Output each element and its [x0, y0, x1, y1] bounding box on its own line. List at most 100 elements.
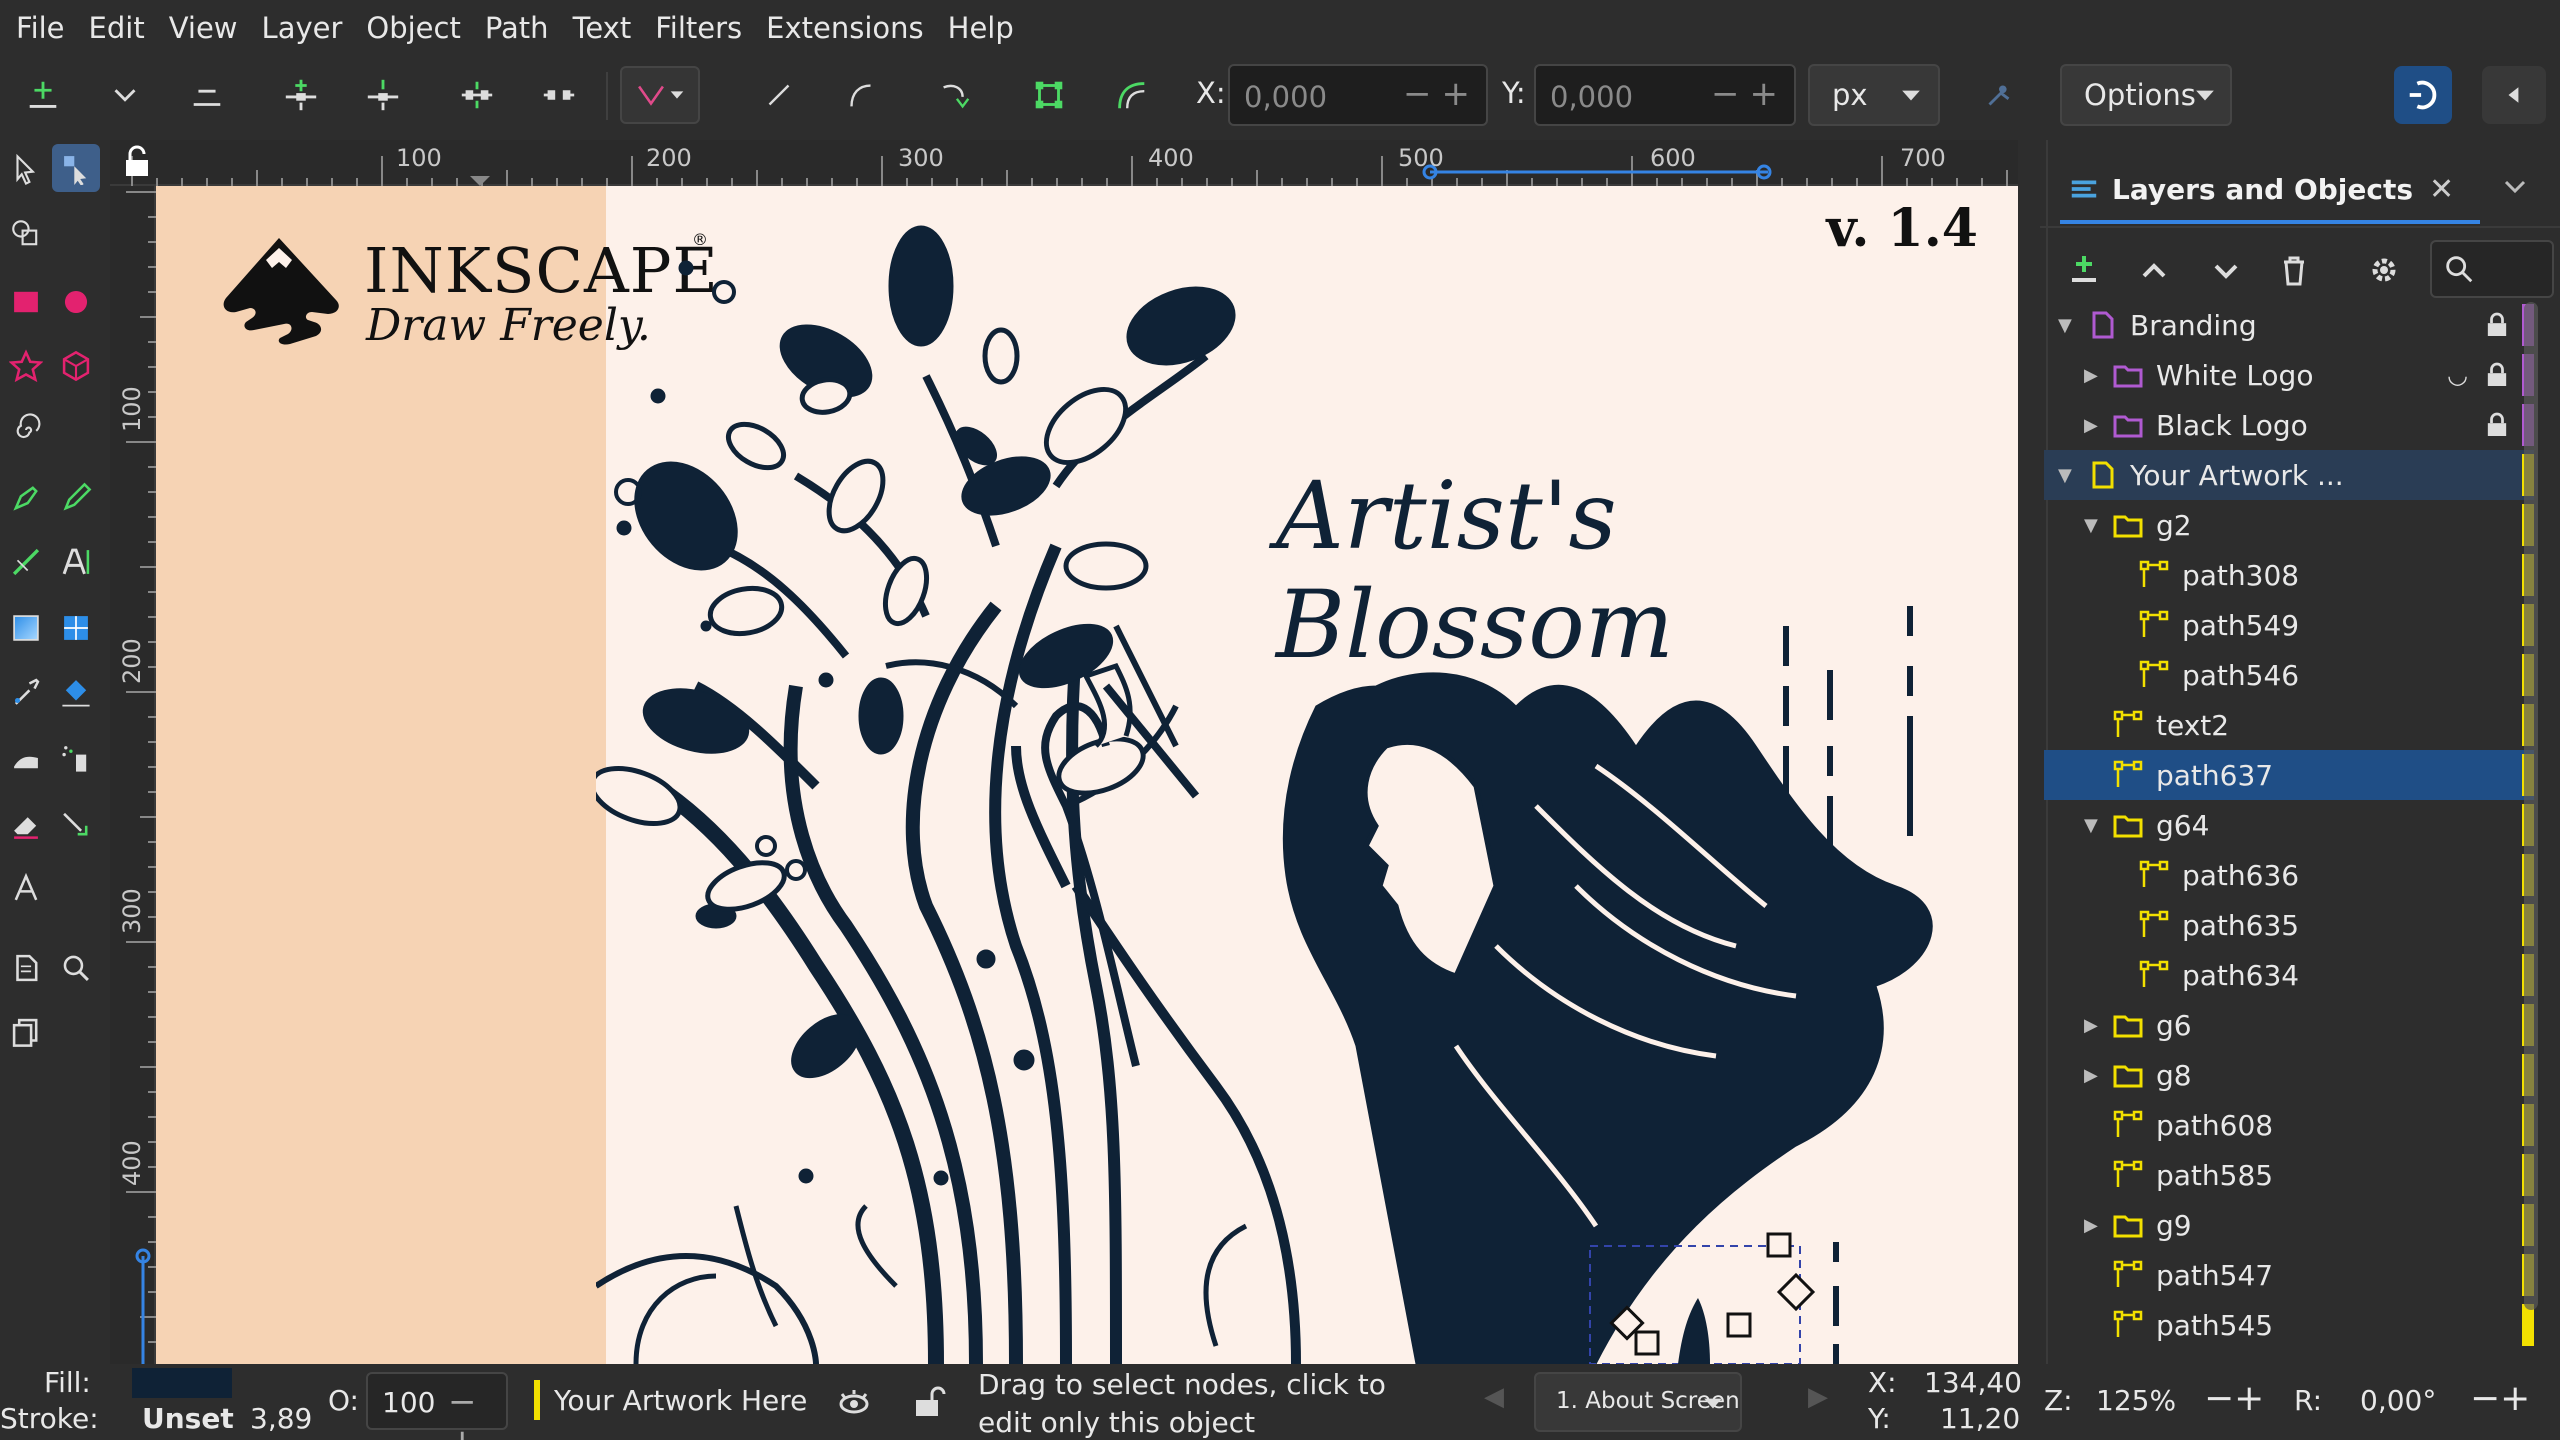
lock-icon[interactable] [2486, 362, 2508, 388]
tree-row-your-artwork[interactable]: ▼ Your Artwork ... [2044, 450, 2534, 500]
menu-help[interactable]: Help [936, 0, 1026, 56]
layer-visibility-icon[interactable] [836, 1384, 872, 1420]
tree-row-black-logo[interactable]: ▶ Black Logo [2044, 400, 2534, 450]
stroke-value[interactable]: Unset [142, 1402, 234, 1435]
ellipse-tool[interactable] [52, 278, 100, 326]
next-page-icon[interactable]: ▶ [1808, 1382, 1828, 1412]
text-tool[interactable] [52, 538, 100, 586]
rotation-stepper-buttons[interactable]: −+ [2470, 1378, 2530, 1419]
expander-closed-icon[interactable]: ▶ [2084, 1015, 2104, 1036]
snap-popover-button[interactable] [2482, 66, 2546, 124]
tree-row-path637[interactable]: path637 [2044, 750, 2534, 800]
tree-row-g6[interactable]: ▶ g6 [2044, 1000, 2534, 1050]
lock-icon[interactable] [2486, 412, 2508, 438]
expander-open-icon[interactable]: ▼ [2058, 465, 2078, 486]
menu-object[interactable]: Object [354, 0, 472, 56]
close-tab-icon[interactable]: ✕ [2429, 172, 2454, 207]
edit-masks-button[interactable] [1970, 66, 2028, 124]
tree-scrollbar[interactable] [2524, 302, 2538, 1310]
show-bbox-button[interactable] [1020, 66, 1078, 124]
calligraphy-tool[interactable] [2, 538, 50, 586]
search-field[interactable] [2430, 240, 2554, 298]
tree-row-path549[interactable]: path549 [2044, 600, 2534, 650]
prev-page-icon[interactable]: ◀ [1484, 1382, 1504, 1412]
tree-row-path635[interactable]: path635 [2044, 900, 2534, 950]
artist-blossom-illustration[interactable] [596, 186, 2018, 1364]
make-line-button[interactable] [750, 66, 808, 124]
y-stepper-buttons[interactable]: −+ [1711, 74, 1788, 114]
menu-path[interactable]: Path [473, 0, 561, 56]
drawing-canvas[interactable]: INKSCAPE ® Draw Freely. v. 1.4 Artist's … [156, 186, 2018, 1364]
expander-open-icon[interactable]: ▼ [2084, 815, 2104, 836]
current-layer-name[interactable]: Your Artwork Here [554, 1384, 807, 1417]
shape-builder-tool[interactable] [2, 210, 50, 258]
gradient-tool[interactable] [2, 604, 50, 652]
paint-bucket-tool[interactable] [52, 668, 100, 716]
tree-row-white-logo[interactable]: ▶ White Logo ◡ [2044, 350, 2534, 400]
selector-tool[interactable] [2, 146, 50, 194]
add-layer-button[interactable] [2066, 252, 2102, 292]
menu-filters[interactable]: Filters [643, 0, 754, 56]
hidden-eye-icon[interactable]: ◡ [2447, 361, 2468, 389]
zoom-value[interactable]: 125% [2096, 1384, 2176, 1417]
settings-button[interactable] [2366, 252, 2402, 292]
tree-row-path636[interactable]: path636 [2044, 850, 2534, 900]
tree-row-text2[interactable]: text2 [2044, 700, 2534, 750]
layers-tree[interactable]: ▼ Branding ▶ White Logo ◡ ▶ Black Logo ▼ Your Ar… [2040, 300, 2545, 1352]
tree-row-branding[interactable]: ▼ Branding [2044, 300, 2534, 350]
tree-row-g8[interactable]: ▶ g8 [2044, 1050, 2534, 1100]
insert-node-button[interactable] [14, 66, 72, 124]
delete-button[interactable] [2276, 252, 2312, 292]
clone-tool[interactable] [2, 1008, 50, 1056]
zoom-stepper-buttons[interactable]: −+ [2204, 1378, 2264, 1419]
tree-row-g9[interactable]: ▶ g9 [2044, 1200, 2534, 1250]
rectangle-tool[interactable] [2, 278, 50, 326]
lock-icon[interactable] [2486, 312, 2508, 338]
layer-unlock-icon[interactable] [910, 1384, 946, 1420]
tree-row-g2[interactable]: ▼ g2 [2044, 500, 2534, 550]
stroke-width-value[interactable]: 3,89 [250, 1402, 312, 1435]
vertical-ruler[interactable]: 100 200 300 400 [110, 186, 156, 1364]
expander-closed-icon[interactable]: ▶ [2084, 365, 2104, 386]
lower-button[interactable] [2208, 252, 2244, 292]
tree-row-path585[interactable]: path585 [2044, 1150, 2534, 1200]
tree-row-path608[interactable]: path608 [2044, 1100, 2534, 1150]
raise-button[interactable] [2136, 252, 2172, 292]
zoom-tool[interactable] [52, 944, 100, 992]
pencil-tool[interactable] [52, 474, 100, 522]
expander-closed-icon[interactable]: ▶ [2084, 1065, 2104, 1086]
star-tool[interactable] [2, 342, 50, 390]
pen-tool[interactable] [2, 474, 50, 522]
unit-select[interactable]: px [1808, 64, 1940, 126]
expander-open-icon[interactable]: ▼ [2084, 515, 2104, 536]
menu-view[interactable]: View [157, 0, 250, 56]
rotation-value[interactable]: 0,00° [2360, 1384, 2436, 1417]
dock-menu-button[interactable] [2480, 156, 2550, 216]
layers-objects-tab[interactable]: Layers and Objects ✕ [2068, 154, 2454, 224]
tree-row-path634[interactable]: path634 [2044, 950, 2534, 1000]
y-spinbox[interactable]: 0,000 −+ [1534, 64, 1796, 126]
show-path-outline-button[interactable] [1102, 66, 1160, 124]
snap-toggle-button[interactable] [2394, 66, 2452, 124]
make-curve-button[interactable] [832, 66, 890, 124]
tree-row-path546[interactable]: path546 [2044, 650, 2534, 700]
node-type-dropdown[interactable] [620, 66, 700, 124]
expander-open-icon[interactable]: ▼ [2058, 315, 2078, 336]
measure-tool[interactable] [2, 864, 50, 912]
tree-row-path545[interactable]: path545 [2044, 1300, 2534, 1350]
lock-guides-icon[interactable] [120, 144, 154, 178]
fill-swatch[interactable] [132, 1368, 232, 1398]
menu-edit[interactable]: Edit [77, 0, 157, 56]
spray-tool[interactable] [52, 734, 100, 782]
tree-row-path547[interactable]: path547 [2044, 1250, 2534, 1300]
3d-box-tool[interactable] [52, 342, 100, 390]
join-segment-button[interactable] [448, 66, 506, 124]
delete-node-button[interactable] [178, 66, 236, 124]
insert-node-dropdown[interactable] [96, 66, 154, 124]
page-selector[interactable]: 1. About Screen [1534, 1372, 1742, 1432]
tweak-tool[interactable] [2, 734, 50, 782]
dropper-tool[interactable] [2, 668, 50, 716]
options-dropdown[interactable]: Options [2060, 64, 2232, 126]
spiral-tool[interactable] [2, 406, 50, 454]
x-spinbox[interactable]: 0,000 −+ [1228, 64, 1488, 126]
